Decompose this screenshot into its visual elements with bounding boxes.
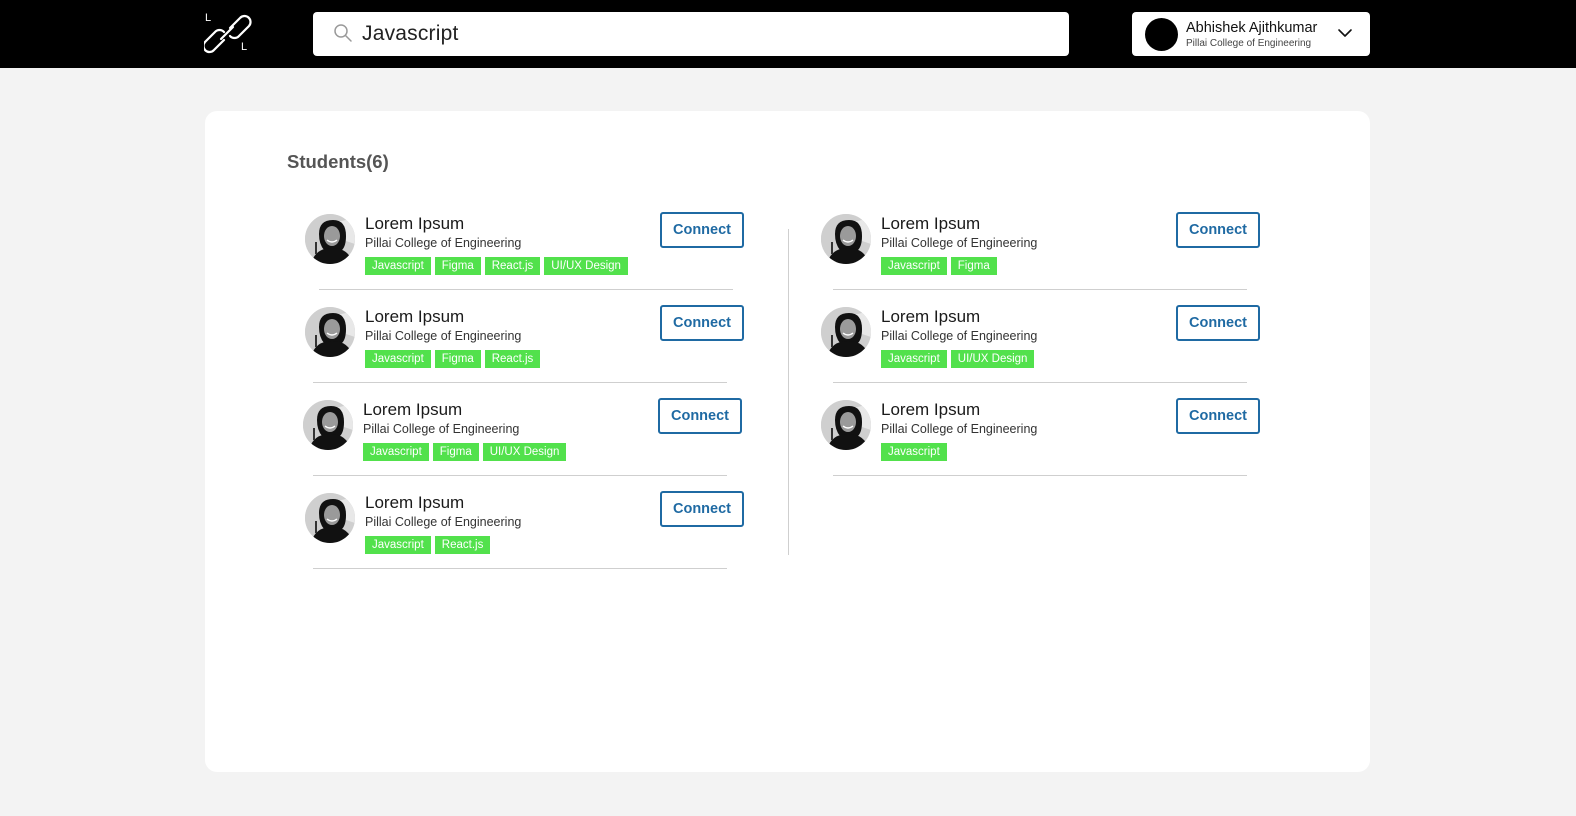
column-divider (788, 229, 789, 555)
student-photo (821, 400, 871, 450)
student-college: Pillai College of Engineering (365, 329, 522, 343)
student-college: Pillai College of Engineering (881, 236, 1038, 250)
student-card: Lorem Ipsum Pillai College of Engineering… (821, 212, 1281, 305)
row-divider (313, 568, 727, 569)
skill-tag: Figma (434, 257, 481, 275)
skill-tag: UI/UX Design (544, 257, 628, 275)
profile-dropdown[interactable]: Abhishek Ajithkumar Pillai College of En… (1132, 12, 1370, 56)
skill-tag: React.js (484, 350, 541, 368)
skill-tag: Javascript (881, 257, 947, 275)
connect-button[interactable]: Connect (660, 212, 744, 248)
skill-tag: React.js (434, 536, 491, 554)
avatar[interactable] (821, 400, 871, 450)
skill-tag: Figma (950, 257, 997, 275)
student-college: Pillai College of Engineering (881, 329, 1038, 343)
connect-button[interactable]: Connect (1176, 305, 1260, 341)
avatar[interactable] (305, 214, 355, 264)
skill-tags: Javascript Figma React.js UI/UX Design (365, 257, 628, 275)
skill-tag: UI/UX Design (482, 443, 567, 461)
connect-button[interactable]: Connect (660, 491, 744, 527)
student-college: Pillai College of Engineering (363, 422, 520, 436)
student-card: Lorem Ipsum Pillai College of Engineering… (305, 212, 765, 305)
logo[interactable]: L L (204, 12, 252, 56)
skill-tags: Javascript Figma React.js (365, 350, 541, 368)
skill-tags: Javascript Figma (881, 257, 997, 275)
top-navigation-bar: L L Javascript Abhishek Ajithkumar Pilla… (0, 0, 1576, 68)
search-bar[interactable]: Javascript (313, 12, 1069, 56)
student-college: Pillai College of Engineering (881, 422, 1038, 436)
student-name[interactable]: Lorem Ipsum (365, 214, 464, 234)
student-photo (821, 307, 871, 357)
student-name[interactable]: Lorem Ipsum (365, 493, 464, 513)
student-photo (305, 307, 355, 357)
student-college: Pillai College of Engineering (365, 236, 522, 250)
row-divider (313, 382, 727, 383)
avatar[interactable] (305, 493, 355, 543)
skill-tags: Javascript React.js (365, 536, 491, 554)
student-name[interactable]: Lorem Ipsum (363, 400, 462, 420)
student-college: Pillai College of Engineering (365, 515, 522, 529)
student-name[interactable]: Lorem Ipsum (881, 214, 980, 234)
connect-button[interactable]: Connect (1176, 212, 1260, 248)
student-card: Lorem Ipsum Pillai College of Engineering… (303, 398, 763, 491)
skill-tags: Javascript (881, 443, 947, 461)
student-name[interactable]: Lorem Ipsum (365, 307, 464, 327)
row-divider (319, 289, 733, 290)
avatar[interactable] (303, 400, 353, 450)
row-divider (313, 475, 727, 476)
search-icon (334, 24, 352, 42)
avatar[interactable] (305, 307, 355, 357)
skill-tag: Javascript (363, 443, 429, 461)
skill-tag: Figma (432, 443, 479, 461)
student-photo (305, 214, 355, 264)
profile-name: Abhishek Ajithkumar (1186, 20, 1318, 36)
student-card: Lorem Ipsum Pillai College of Engineering… (305, 305, 765, 398)
skill-tag: Javascript (881, 443, 947, 461)
chain-link-icon (204, 14, 252, 54)
skill-tag: UI/UX Design (950, 350, 1035, 368)
row-divider (833, 382, 1247, 383)
skill-tag: Figma (434, 350, 481, 368)
student-card: Lorem Ipsum Pillai College of Engineering… (305, 491, 765, 584)
search-input[interactable]: Javascript (362, 22, 459, 46)
avatar[interactable] (821, 214, 871, 264)
student-photo (303, 400, 353, 450)
avatar (1145, 18, 1178, 51)
student-card: Lorem Ipsum Pillai College of Engineering… (821, 398, 1281, 491)
skill-tag: Javascript (881, 350, 947, 368)
chevron-down-icon[interactable] (1337, 27, 1353, 39)
skill-tag: React.js (484, 257, 541, 275)
students-panel: Students(6) Lorem Ipsum Pillai College of… (205, 111, 1370, 772)
avatar[interactable] (821, 307, 871, 357)
row-divider (833, 475, 1247, 476)
student-photo (821, 214, 871, 264)
student-name[interactable]: Lorem Ipsum (881, 400, 980, 420)
skill-tag: Javascript (365, 350, 431, 368)
skill-tags: Javascript Figma UI/UX Design (363, 443, 567, 461)
section-title: Students(6) (287, 151, 389, 172)
student-name[interactable]: Lorem Ipsum (881, 307, 980, 327)
skill-tags: Javascript UI/UX Design (881, 350, 1035, 368)
student-photo (305, 493, 355, 543)
connect-button[interactable]: Connect (1176, 398, 1260, 434)
connect-button[interactable]: Connect (658, 398, 742, 434)
profile-college: Pillai College of Engineering (1186, 38, 1312, 49)
skill-tag: Javascript (365, 536, 431, 554)
student-card: Lorem Ipsum Pillai College of Engineering… (821, 305, 1281, 398)
connect-button[interactable]: Connect (660, 305, 744, 341)
skill-tag: Javascript (365, 257, 431, 275)
row-divider (833, 289, 1247, 290)
